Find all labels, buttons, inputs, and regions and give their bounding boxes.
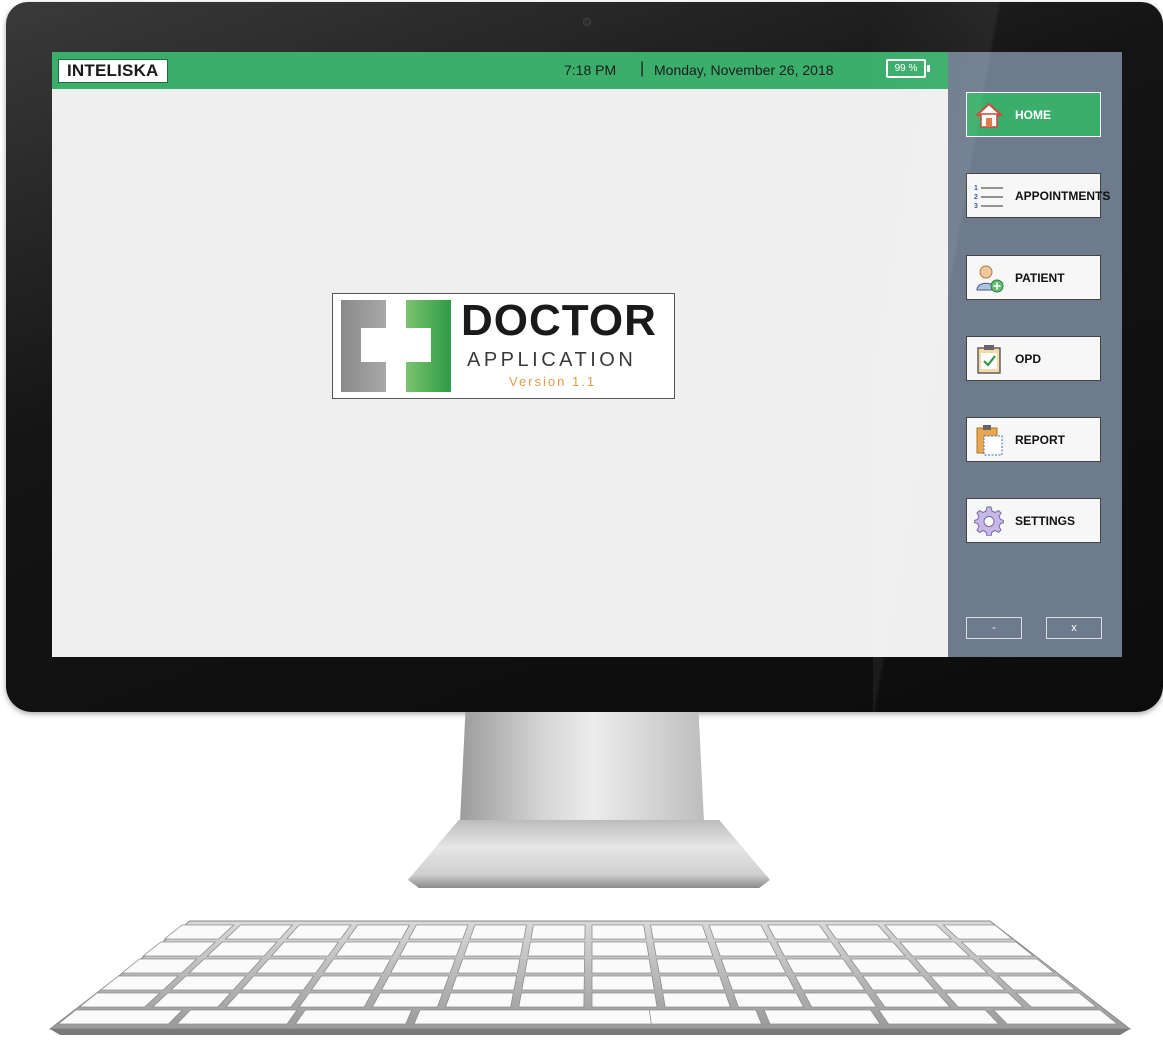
keyboard-key [524,958,585,974]
app-version: Version 1.1 [509,374,597,389]
keyboard-key [650,924,708,940]
close-button[interactable]: x [1046,617,1102,639]
keyboard-key [322,958,392,974]
keyboard-key [451,975,518,991]
keyboard-key [408,924,469,940]
sidebar-item-settings[interactable]: SETTINGS [966,498,1101,543]
battery-level: 99 % [894,63,918,74]
brand-logo: INTELISKA [58,59,168,83]
keyboard-key [837,941,907,957]
svg-text:1: 1 [974,185,978,192]
keyboard-key [878,1009,1000,1025]
keyboard-key [874,992,951,1008]
keyboard-key [849,958,921,974]
keyboard-key [763,1009,881,1025]
keyboard-key [530,924,586,940]
minimize-button[interactable]: - [966,617,1022,639]
keyboard-key [648,1009,763,1025]
keyboard-key [776,941,842,957]
monitor-bezel: INTELISKA 7:18 PM | Monday, November 26,… [6,2,1163,712]
current-date: Monday, November 26, 2018 [654,62,834,78]
keyboard-key [457,958,521,974]
keyboard-key [803,992,878,1008]
svg-text:2: 2 [974,194,978,201]
house-icon [973,99,1005,131]
sidebar-item-home[interactable]: HOME [966,92,1101,137]
keyboard-key [767,924,830,940]
gear-icon [973,505,1005,537]
keyboard-key [591,975,655,991]
sidebar-item-report[interactable]: REPORT [966,417,1101,462]
sidebar-nav: HOME 1 2 3 APPOINTMENTS PATIENT OPD REPO… [948,52,1122,657]
keyboard-key [732,992,805,1008]
keyboard-key [714,941,778,957]
battery-icon: 99 % [886,59,930,78]
keyboard-key [521,975,585,991]
clock-time: 7:18 PM [564,62,617,78]
keyboard-key [591,958,652,974]
checklist-clipboard-icon [973,343,1005,375]
keyboard-key [726,975,796,991]
keyboard-key [346,924,411,940]
app-subtitle: APPLICATION [467,349,637,371]
top-status-bar: INTELISKA 7:18 PM | Monday, November 26,… [52,52,948,89]
monitor-stand-base [408,820,770,888]
sidebar-item-label: PATIENT [1015,270,1065,285]
keyboard-key [656,958,720,974]
keyboard-key [380,975,450,991]
keyboard-key [785,958,854,974]
keyboard-key [389,958,456,974]
sidebar-item-appointments[interactable]: 1 2 3 APPOINTMENTS [966,173,1110,218]
keyboard-key [255,958,327,974]
webcam-icon [583,18,591,26]
sidebar-item-label: HOME [1015,107,1051,122]
time-date-divider: | [640,60,645,77]
medical-cross-icon [341,300,451,392]
keyboard-key [591,941,650,957]
keyboard-key [240,975,315,991]
keyboard-key [463,941,524,957]
app-screen: INTELISKA 7:18 PM | Monday, November 26,… [52,52,1122,657]
keyboard-key [591,924,647,940]
keyboard-key [399,941,463,957]
svg-text:3: 3 [974,203,978,210]
keyboard-key [371,992,444,1008]
keyboard-key [57,1009,184,1025]
keyboard-key [518,992,585,1008]
sidebar-item-label: APPOINTMENTS [1015,188,1111,203]
keyboard-key [310,975,382,991]
add-user-icon [973,262,1005,294]
keyboard-key [662,992,731,1008]
keyboard-key [225,992,302,1008]
keyboard-key [653,941,714,957]
keyboard-key [334,941,401,957]
app-title: DOCTOR [461,296,657,345]
doctor-app-logo: DOCTOR APPLICATION Version 1.1 [332,293,675,399]
keyboard-key [794,975,866,991]
keyboard-key [175,1009,298,1025]
sidebar-item-opd[interactable]: OPD [966,336,1101,381]
keyboard-key [708,924,769,940]
numbered-list-icon: 1 2 3 [973,180,1005,212]
sidebar-item-label: SETTINGS [1015,513,1076,528]
sidebar-item-patient[interactable]: PATIENT [966,255,1101,300]
sidebar-item-label: REPORT [1015,432,1066,447]
keyboard-key [527,941,586,957]
clipboard-icon [973,424,1005,456]
keyboard-key [720,958,787,974]
brand-logo-text: INTELISKA [67,61,159,80]
keyboard-key [445,992,514,1008]
sidebar-item-label: OPD [1015,351,1042,366]
keyboard-key [294,1009,413,1025]
keyboard-key [469,924,527,940]
keyboard-key [659,975,726,991]
keyboard-key [298,992,373,1008]
keyboard [40,917,1140,1037]
keyboard-key [591,992,658,1008]
keyboard-key [861,975,936,991]
keyboard-key [992,1009,1119,1025]
